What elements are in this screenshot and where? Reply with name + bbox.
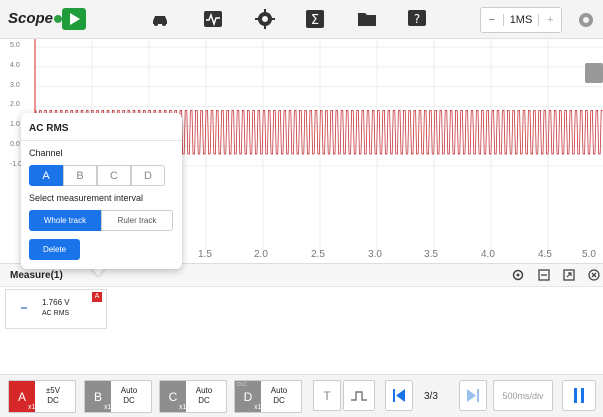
y-tick-label: 0.0 (10, 141, 20, 148)
logo-dot-icon (54, 15, 63, 23)
play-button[interactable] (62, 8, 86, 30)
x-tick-label: 2.0 (254, 249, 268, 260)
channel-b-range: Auto (120, 386, 138, 395)
delete-button[interactable]: Delete (29, 239, 80, 260)
channel-d-scale: x1 (254, 404, 262, 411)
help-icon[interactable]: ? (407, 9, 427, 29)
trigger-type-button[interactable]: T (313, 380, 341, 411)
expand-icon[interactable] (563, 269, 575, 281)
channel-label: Channel (29, 148, 63, 158)
x-tick-label: 2.5 (311, 249, 325, 260)
settings-icon[interactable] (512, 269, 524, 281)
app-logo-text: Scope (8, 10, 54, 27)
y-tick-label: 5.0 (10, 42, 20, 49)
measurement-value: 1.766 V (42, 298, 70, 307)
trigger-edge-icon[interactable] (343, 380, 375, 411)
channel-c-range: Auto (195, 386, 213, 395)
channel-a-button[interactable]: A (29, 165, 63, 186)
x-tick-label: 4.0 (481, 249, 495, 260)
channel-d-range: Auto (270, 386, 288, 395)
y-tick-label: 3.0 (10, 81, 20, 89)
channel-c-letter: C (168, 389, 178, 404)
ac-rms-popup: AC RMS Channel A B C D Select measuremen… (21, 113, 182, 269)
zoom-in-button[interactable]: + (539, 14, 561, 26)
bottom-toolbar: Ax1 ±5V DC Bx1 Auto DC Cx1 Auto DC DLC Dx1 A… (0, 374, 603, 417)
channel-d-tag: DLC Dx1 (235, 381, 261, 412)
sigma-icon[interactable]: Σ (305, 9, 325, 29)
timebase-label: 500ms/div (502, 390, 544, 401)
ruler-icon[interactable] (562, 380, 596, 411)
channel-c-tag: Cx1 (160, 381, 186, 412)
timebase-button[interactable]: 500ms/div (493, 380, 553, 411)
channel-d-button[interactable]: D (131, 165, 165, 186)
page-indicator: 3/3 (424, 391, 438, 402)
zoom-value: 1MS (502, 14, 540, 26)
hint-lightbulb-icon[interactable] (585, 63, 603, 83)
trigger-type-label: T (323, 388, 331, 403)
measure-title: Measure(1) (10, 270, 63, 281)
channel-b-control[interactable]: Bx1 Auto DC (84, 380, 152, 413)
channel-b-coupling: DC (123, 396, 135, 405)
y-tick-label: 4.0 (10, 61, 20, 69)
channel-b-tag: Bx1 (85, 381, 111, 412)
minimize-icon[interactable] (538, 269, 550, 281)
channel-d-dlc-tag: DLC (237, 382, 248, 388)
y-tick-label: 2.0 (10, 101, 20, 109)
popup-title: AC RMS (29, 123, 69, 134)
channel-d-letter: D (243, 389, 253, 404)
channel-c-settings: Auto DC (186, 381, 222, 412)
channel-b-button[interactable]: B (63, 165, 97, 186)
zoom-control: − 1MS + (480, 7, 562, 33)
y-tick-label: 1.0 (10, 121, 20, 129)
svg-text:Σ: Σ (311, 13, 319, 28)
measurement-card[interactable]: 1.766 V AC RMS A (5, 289, 107, 329)
channel-a-range: ±5V (45, 386, 61, 395)
x-tick-label: 4.5 (538, 249, 552, 260)
popup-divider (21, 140, 182, 141)
channel-badge: A (92, 292, 102, 302)
channel-b-letter: B (93, 389, 102, 404)
measurement-type: AC RMS (42, 310, 70, 317)
channel-a-coupling: DC (47, 396, 59, 405)
app-logo: Scope (8, 10, 63, 27)
waveform-icon[interactable] (203, 9, 223, 29)
x-tick-label: 1.5 (198, 249, 212, 260)
car-icon[interactable] (150, 9, 170, 29)
settings-icon[interactable] (576, 10, 596, 30)
ruler-track-button[interactable]: Ruler track (101, 210, 173, 231)
x-tick-label: 3.5 (424, 249, 438, 260)
whole-track-button[interactable]: Whole track (29, 210, 101, 231)
x-tick-label: 5.0 (582, 249, 596, 260)
channel-a-scale: x1 (28, 404, 36, 411)
interval-label: Select measurement interval (29, 193, 144, 203)
channel-b-scale: x1 (104, 404, 112, 411)
x-tick-label: 3.0 (368, 249, 382, 260)
trace-color-swatch (21, 307, 27, 309)
last-page-icon[interactable] (459, 380, 487, 411)
channel-a-control[interactable]: Ax1 ±5V DC (8, 380, 76, 413)
channel-c-scale: x1 (179, 404, 187, 411)
first-page-icon[interactable] (385, 380, 413, 411)
channel-d-settings: Auto DC (261, 381, 297, 412)
folder-icon[interactable] (357, 9, 377, 29)
close-icon[interactable] (588, 269, 600, 281)
top-toolbar: Scope Σ ? − 1MS + (0, 0, 603, 39)
channel-a-letter: A (17, 389, 26, 404)
channel-d-coupling: DC (273, 396, 285, 405)
gear-icon[interactable] (255, 9, 275, 29)
channel-a-tag: Ax1 (9, 381, 35, 412)
channel-c-button[interactable]: C (97, 165, 131, 186)
zoom-out-button[interactable]: − (481, 14, 503, 26)
channel-c-coupling: DC (198, 396, 210, 405)
channel-b-settings: Auto DC (111, 381, 147, 412)
svg-text:?: ? (414, 12, 420, 26)
channel-c-control[interactable]: Cx1 Auto DC (159, 380, 227, 413)
channel-a-settings: ±5V DC (35, 381, 71, 412)
channel-d-control[interactable]: DLC Dx1 Auto DC (234, 380, 302, 413)
